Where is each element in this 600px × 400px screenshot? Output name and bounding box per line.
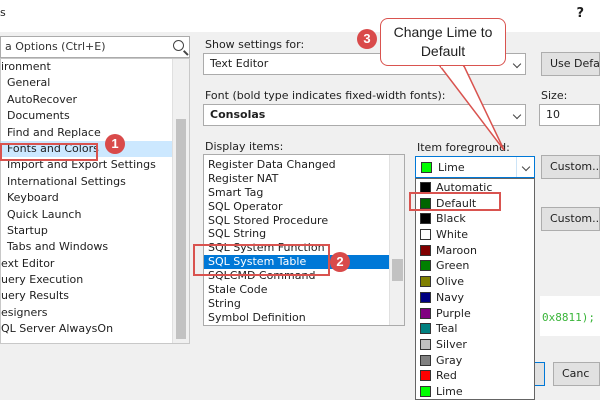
callout: Change Lime to Default <box>380 18 506 66</box>
callout-pointer <box>438 64 505 151</box>
step-badge-3: 3 <box>357 29 377 49</box>
step-badge-1: 1 <box>105 134 125 154</box>
step-badge-2: 2 <box>330 252 350 272</box>
